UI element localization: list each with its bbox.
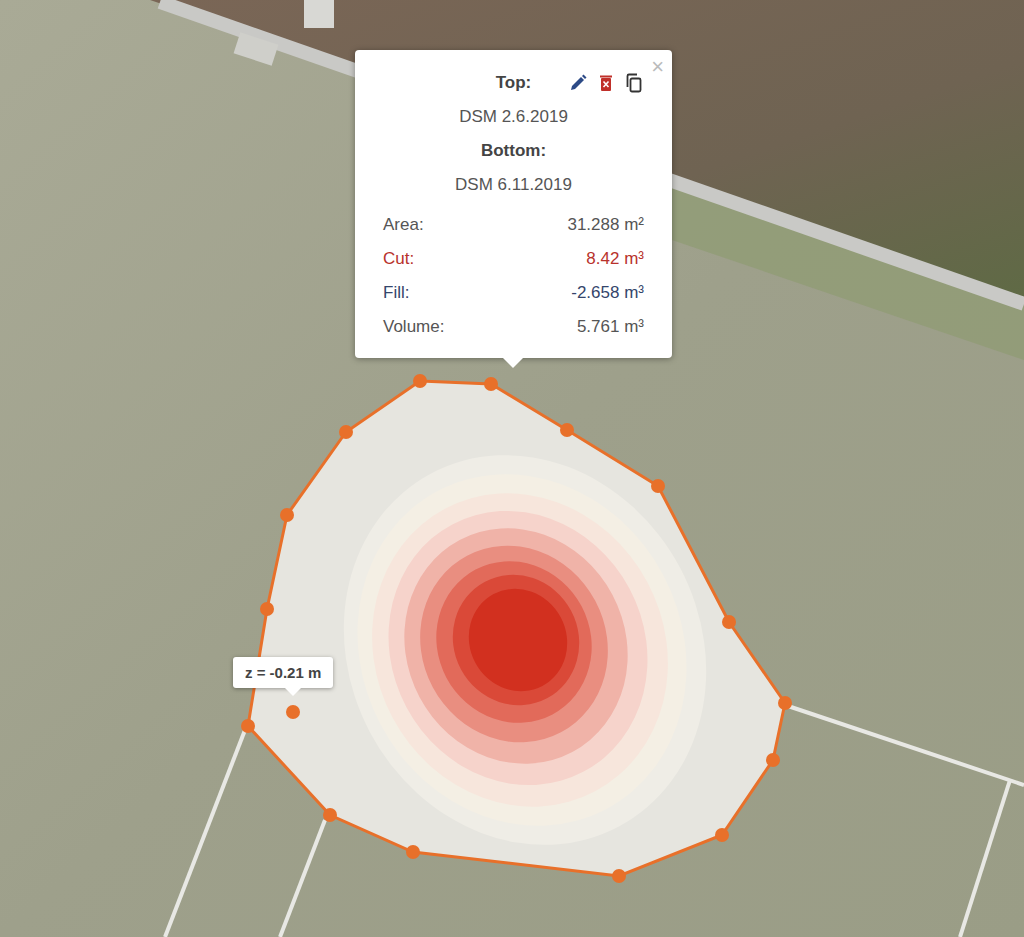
- stat-row: Area: 31.288 m²: [383, 208, 644, 242]
- polygon-vertex[interactable]: [323, 808, 337, 822]
- trash-icon[interactable]: [596, 73, 616, 93]
- polygon-vertex[interactable]: [260, 602, 274, 616]
- polygon-vertex[interactable]: [484, 377, 498, 391]
- grass-field: [0, 0, 1024, 937]
- stat-row: Volume: 5.761 m³: [383, 310, 644, 344]
- stat-value: 31.288 m²: [567, 215, 644, 235]
- probe-point[interactable]: [286, 705, 300, 719]
- polygon-vertex[interactable]: [241, 719, 255, 733]
- top-label: Top:: [496, 73, 532, 93]
- stat-value: -2.658 m³: [571, 283, 644, 303]
- stat-value: 5.761 m³: [577, 317, 644, 337]
- field-line: [785, 705, 1024, 785]
- top-header: Top:: [383, 66, 644, 100]
- pencil-icon[interactable]: [568, 73, 588, 93]
- copy-icon[interactable]: [624, 73, 644, 93]
- polygon-vertex[interactable]: [722, 615, 736, 629]
- polygon-vertex[interactable]: [715, 828, 729, 842]
- polygon-vertex[interactable]: [413, 374, 427, 388]
- volume-popup: × Top: DSM 2.6.2019Bottom:DSM 6.11.2019 Are…: [355, 50, 672, 358]
- polygon-vertex[interactable]: [339, 425, 353, 439]
- polygon-vertex[interactable]: [651, 479, 665, 493]
- polygon-vertex[interactable]: [766, 753, 780, 767]
- stat-label: Area:: [383, 215, 424, 235]
- stats-list: Area: 31.288 m² Cut: 8.42 m³ Fill: -2.658 m³ V…: [383, 208, 644, 344]
- bottom-label: Bottom:: [383, 134, 644, 168]
- volume-heatmap: [248, 381, 785, 909]
- popup-actions: [531, 73, 644, 93]
- stat-label: Volume:: [383, 317, 444, 337]
- field-line: [960, 780, 1010, 937]
- field-line: [165, 730, 245, 937]
- field-line: [280, 820, 325, 937]
- close-button[interactable]: ×: [651, 56, 664, 78]
- polygon-vertex[interactable]: [778, 696, 792, 710]
- stat-value: 8.42 m³: [586, 249, 644, 269]
- stat-row: Fill: -2.658 m³: [383, 276, 644, 310]
- green-strip: [672, 182, 1024, 360]
- elevation-tooltip: z = -0.21 m: [233, 657, 333, 688]
- stat-row: Cut: 8.42 m³: [383, 242, 644, 276]
- top-surface: DSM 2.6.2019: [383, 100, 644, 134]
- polygon-vertex[interactable]: [406, 845, 420, 859]
- post: [304, 0, 334, 28]
- stat-label: Cut:: [383, 249, 414, 269]
- polygon-vertex[interactable]: [560, 423, 574, 437]
- polygon-vertex[interactable]: [280, 508, 294, 522]
- bottom-surface: DSM 6.11.2019: [383, 168, 644, 202]
- block: [234, 32, 279, 65]
- stat-label: Fill:: [383, 283, 409, 303]
- measurement-polygon[interactable]: [248, 381, 785, 876]
- polygon-vertex[interactable]: [612, 869, 626, 883]
